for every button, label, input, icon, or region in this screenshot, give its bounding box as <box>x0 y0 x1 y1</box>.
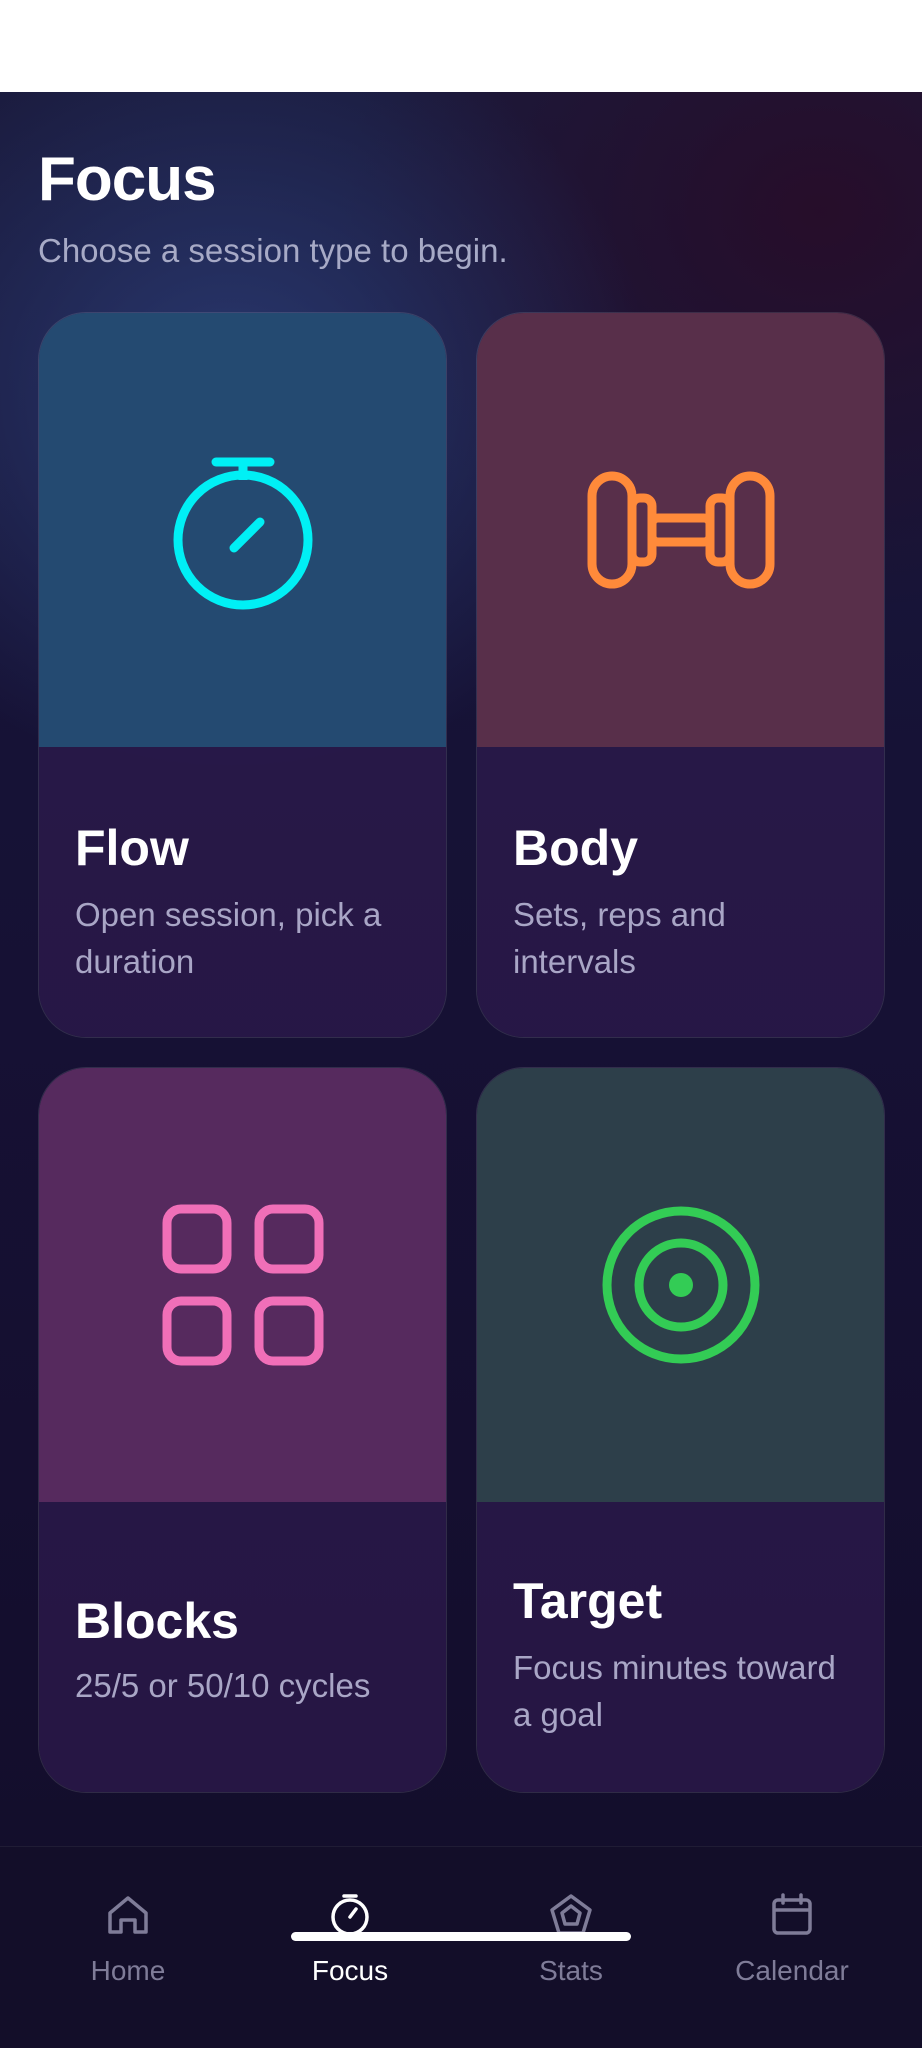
card-header-target <box>477 1068 884 1502</box>
tab-calendar[interactable]: Calendar <box>682 1847 902 1987</box>
tab-label: Focus <box>311 1955 389 1986</box>
tab-label: Stats <box>539 1955 603 1986</box>
card-body-target: Target Focus minutes toward a goal <box>477 1502 884 1792</box>
session-card-target[interactable]: Target Focus minutes toward a goal <box>476 1067 885 1793</box>
card-header-body <box>477 313 884 747</box>
card-description: Focus minutes toward a goal <box>513 1649 836 1733</box>
card-body-flow: Flow Open session, pick a duration <box>39 747 446 1037</box>
dumbbell-icon <box>587 471 774 589</box>
grid-icon <box>162 1204 323 1366</box>
session-card-flow[interactable]: Flow Open session, pick a duration <box>38 312 447 1038</box>
session-card-blocks[interactable]: Blocks 25/5 or 50/10 cycles <box>38 1067 447 1793</box>
tab-label: Calendar <box>735 1955 849 1986</box>
tab-focus[interactable]: Focus <box>240 1847 460 1987</box>
tab-stats[interactable]: Stats <box>461 1847 681 1987</box>
card-description: Open session, pick a duration <box>75 896 382 980</box>
session-card-body[interactable]: Body Sets, reps and intervals <box>476 312 885 1038</box>
card-header-blocks <box>39 1068 446 1502</box>
card-description: Sets, reps and intervals <box>513 896 726 980</box>
stopwatch-icon <box>173 457 312 610</box>
card-title: Blocks <box>75 1593 239 1649</box>
target-icon <box>602 1206 759 1364</box>
tab-home[interactable]: Home <box>18 1847 238 1987</box>
card-title: Body <box>513 820 638 876</box>
tab-label: Home <box>90 1955 166 1986</box>
focus-screen: Focus Choose a session type to begin. Fl… <box>0 92 922 2048</box>
card-header-flow <box>39 313 446 747</box>
calendar-icon <box>772 1893 812 1935</box>
home-indicator <box>291 1932 631 1941</box>
card-description: 25/5 or 50/10 cycles <box>75 1667 371 1704</box>
card-body-body: Body Sets, reps and intervals <box>477 747 884 1037</box>
status-bar <box>0 0 922 92</box>
home-icon <box>108 1896 148 1934</box>
bottom-tab-bar: Home Focus Stats Calendar <box>0 1846 922 2048</box>
page-subtitle: Choose a session type to begin. <box>38 232 508 269</box>
page-title: Focus <box>38 145 217 214</box>
card-title: Target <box>513 1573 663 1629</box>
card-body-blocks: Blocks 25/5 or 50/10 cycles <box>39 1502 446 1792</box>
card-title: Flow <box>75 820 189 876</box>
